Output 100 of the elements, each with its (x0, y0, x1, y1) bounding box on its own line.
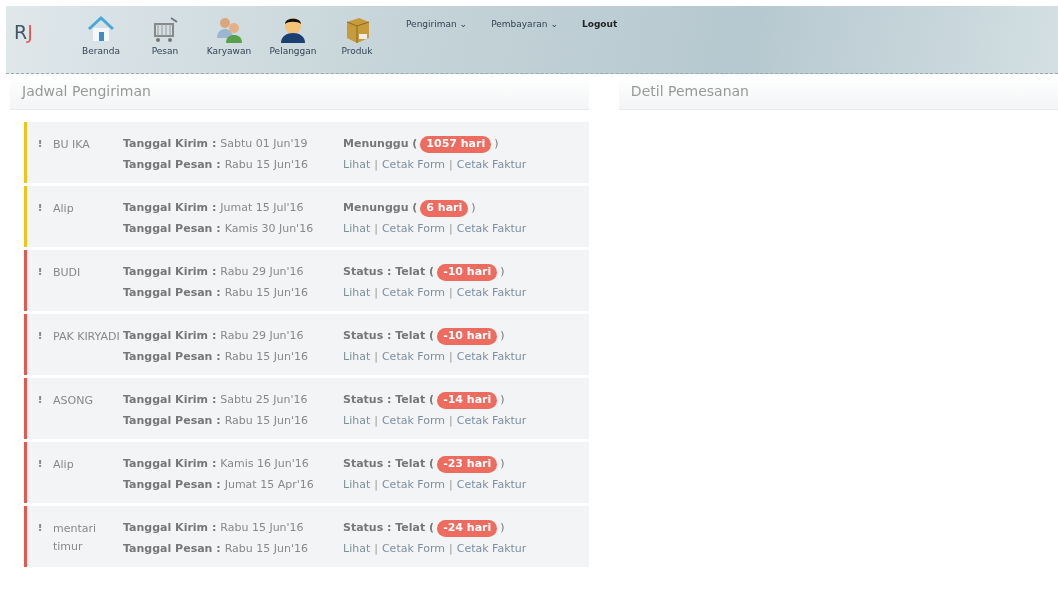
action-link[interactable]: Cetak Form (381, 285, 445, 299)
action-link[interactable]: Cetak Form (381, 221, 445, 235)
customer-name: Alip (53, 202, 74, 215)
status-text: ) (494, 136, 499, 152)
date-value: Jumat 15 Jul'16 (220, 200, 304, 216)
drag-handle[interactable]: ⁝ (27, 136, 53, 173)
days-badge: 6 hari (420, 200, 469, 217)
days-badge: -14 hari (437, 392, 498, 409)
action-link[interactable]: Lihat (343, 349, 371, 363)
date-label: Tanggal Pesan : (123, 156, 221, 173)
date-label: Tanggal Kirim : (123, 136, 217, 152)
nav-label: Produk (341, 45, 373, 58)
customer-name: mentari timur (53, 522, 97, 553)
action-link[interactable]: Cetak Faktur (456, 413, 527, 427)
action-link[interactable]: Cetak Form (381, 413, 445, 427)
drag-handle[interactable]: ⁝ (27, 328, 53, 365)
date-label: Tanggal Kirim : (123, 392, 217, 408)
status-text: ) (471, 200, 476, 216)
status-text: ) (500, 456, 505, 472)
date-label: Tanggal Kirim : (123, 328, 217, 344)
dropdown-menu-toggle[interactable]: Pengiriman ⌄ (392, 6, 478, 32)
date-value: Jumat 15 Apr'16 (224, 476, 314, 493)
logo: RJ (13, 20, 34, 45)
date-value: Sabtu 25 Jun'16 (220, 392, 308, 408)
status-text: Status : Telat ( (343, 520, 435, 536)
action-link[interactable]: Cetak Form (381, 477, 445, 491)
house-icon (85, 14, 117, 44)
action-link[interactable]: Cetak Form (381, 541, 445, 555)
separator-text: | (374, 349, 378, 363)
separator-text: | (449, 413, 453, 427)
drag-handle[interactable]: ⁝ (27, 200, 53, 237)
status-text: Menunggu ( (343, 136, 418, 152)
separator-text: | (374, 285, 378, 299)
date-label: Tanggal Pesan : (123, 476, 221, 493)
action-link[interactable]: Lihat (343, 221, 371, 235)
date-value: Rabu 15 Jun'16 (224, 156, 308, 173)
date-value: Rabu 15 Jun'16 (224, 284, 308, 301)
action-link[interactable]: Lihat (343, 285, 371, 299)
separator-text: | (449, 541, 453, 555)
date-value: Rabu 29 Jun'16 (220, 328, 304, 344)
date-value: Rabu 15 Jun'16 (224, 540, 308, 557)
status-text: ) (500, 328, 505, 344)
drag-handle[interactable]: ⁝ (27, 264, 53, 301)
status-text: Status : Telat ( (343, 264, 435, 280)
dropdown-menu-toggle[interactable]: Pembayaran ⌄ (477, 6, 568, 32)
days-badge: -10 hari (437, 264, 498, 281)
customer-name: Alip (53, 458, 74, 471)
action-link[interactable]: Cetak Faktur (456, 285, 527, 299)
action-link[interactable]: Lihat (343, 541, 371, 555)
date-label: Tanggal Kirim : (123, 200, 217, 216)
date-value: Sabtu 01 Jun'19 (220, 136, 308, 152)
date-label: Tanggal Kirim : (123, 520, 217, 536)
separator-text: | (449, 285, 453, 299)
status-text: ) (500, 264, 505, 280)
status-text: Status : Telat ( (343, 456, 435, 472)
nav-item[interactable]: Pesan (136, 6, 194, 59)
action-link[interactable]: Cetak Faktur (456, 157, 527, 171)
logout-link[interactable]: Logout (567, 6, 628, 32)
action-link[interactable]: Lihat (343, 413, 371, 427)
separator-text: | (374, 157, 378, 171)
date-label: Tanggal Kirim : (123, 264, 217, 280)
nav-item[interactable]: Produk (328, 6, 386, 59)
customer-name: BUDI (53, 266, 81, 279)
separator-text: | (449, 221, 453, 235)
customer-name: PAK KIRYADI (53, 330, 120, 343)
separator-text: | (374, 541, 378, 555)
nav-item[interactable]: Karyawan (200, 6, 258, 59)
date-label: Tanggal Pesan : (123, 540, 221, 557)
separator-text: | (374, 477, 378, 491)
status-text: Menunggu ( (343, 200, 418, 216)
action-link[interactable]: Cetak Faktur (456, 349, 527, 363)
date-label: Tanggal Pesan : (123, 348, 221, 365)
drag-handle[interactable]: ⁝ (27, 520, 53, 557)
days-badge: -23 hari (437, 456, 498, 473)
separator-text: | (449, 157, 453, 171)
drag-handle[interactable]: ⁝ (27, 392, 53, 429)
date-value: Rabu 29 Jun'16 (220, 264, 304, 280)
nav-item[interactable]: Pelanggan (264, 6, 322, 59)
status-text: Status : Telat ( (343, 392, 435, 408)
action-link[interactable]: Cetak Faktur (456, 477, 527, 491)
separator-text: | (374, 221, 378, 235)
action-link[interactable]: Cetak Form (381, 349, 445, 363)
action-link[interactable]: Cetak Form (381, 157, 445, 171)
separator-text: | (449, 477, 453, 491)
days-badge: 1057 hari (420, 136, 492, 153)
customer-name: BU IKA (53, 138, 90, 151)
date-label: Tanggal Pesan : (123, 220, 221, 237)
action-link[interactable]: Cetak Faktur (456, 541, 527, 555)
date-label: Tanggal Kirim : (123, 456, 217, 472)
action-link[interactable]: Cetak Faktur (456, 221, 527, 235)
date-value: Kamis 30 Jun'16 (224, 220, 314, 237)
date-label: Tanggal Pesan : (123, 284, 221, 301)
nav-label: Beranda (82, 45, 120, 58)
action-link[interactable]: Lihat (343, 477, 371, 491)
action-link[interactable]: Lihat (343, 157, 371, 171)
separator-text: | (449, 349, 453, 363)
date-value: Rabu 15 Jun'16 (224, 348, 308, 365)
nav-item[interactable]: Beranda (72, 6, 130, 59)
status-text: ) (500, 520, 505, 536)
drag-handle[interactable]: ⁝ (27, 456, 53, 493)
